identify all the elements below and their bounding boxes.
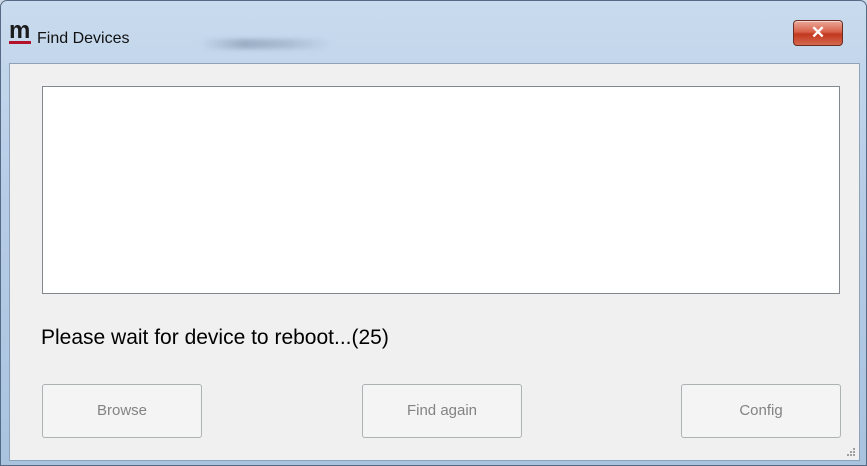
config-button[interactable]: Config — [681, 384, 841, 438]
window-title: Find Devices — [37, 30, 130, 47]
status-message: Please wait for device to reboot...(25) — [41, 326, 389, 349]
dialog-body: Please wait for device to reboot...(25) … — [9, 63, 860, 461]
resize-grip-icon[interactable] — [845, 446, 856, 457]
app-logo-icon: m — [9, 17, 31, 44]
find-again-button[interactable]: Find again — [362, 384, 522, 438]
close-icon: ✕ — [810, 23, 826, 42]
blurred-background-text — [201, 39, 331, 49]
find-devices-window: m Find Devices ✕ Please wait for device … — [0, 0, 867, 466]
browse-button[interactable]: Browse — [42, 384, 202, 438]
device-list[interactable] — [42, 86, 840, 294]
close-button[interactable]: ✕ — [793, 20, 843, 46]
title-bar[interactable]: m Find Devices ✕ — [1, 1, 866, 63]
